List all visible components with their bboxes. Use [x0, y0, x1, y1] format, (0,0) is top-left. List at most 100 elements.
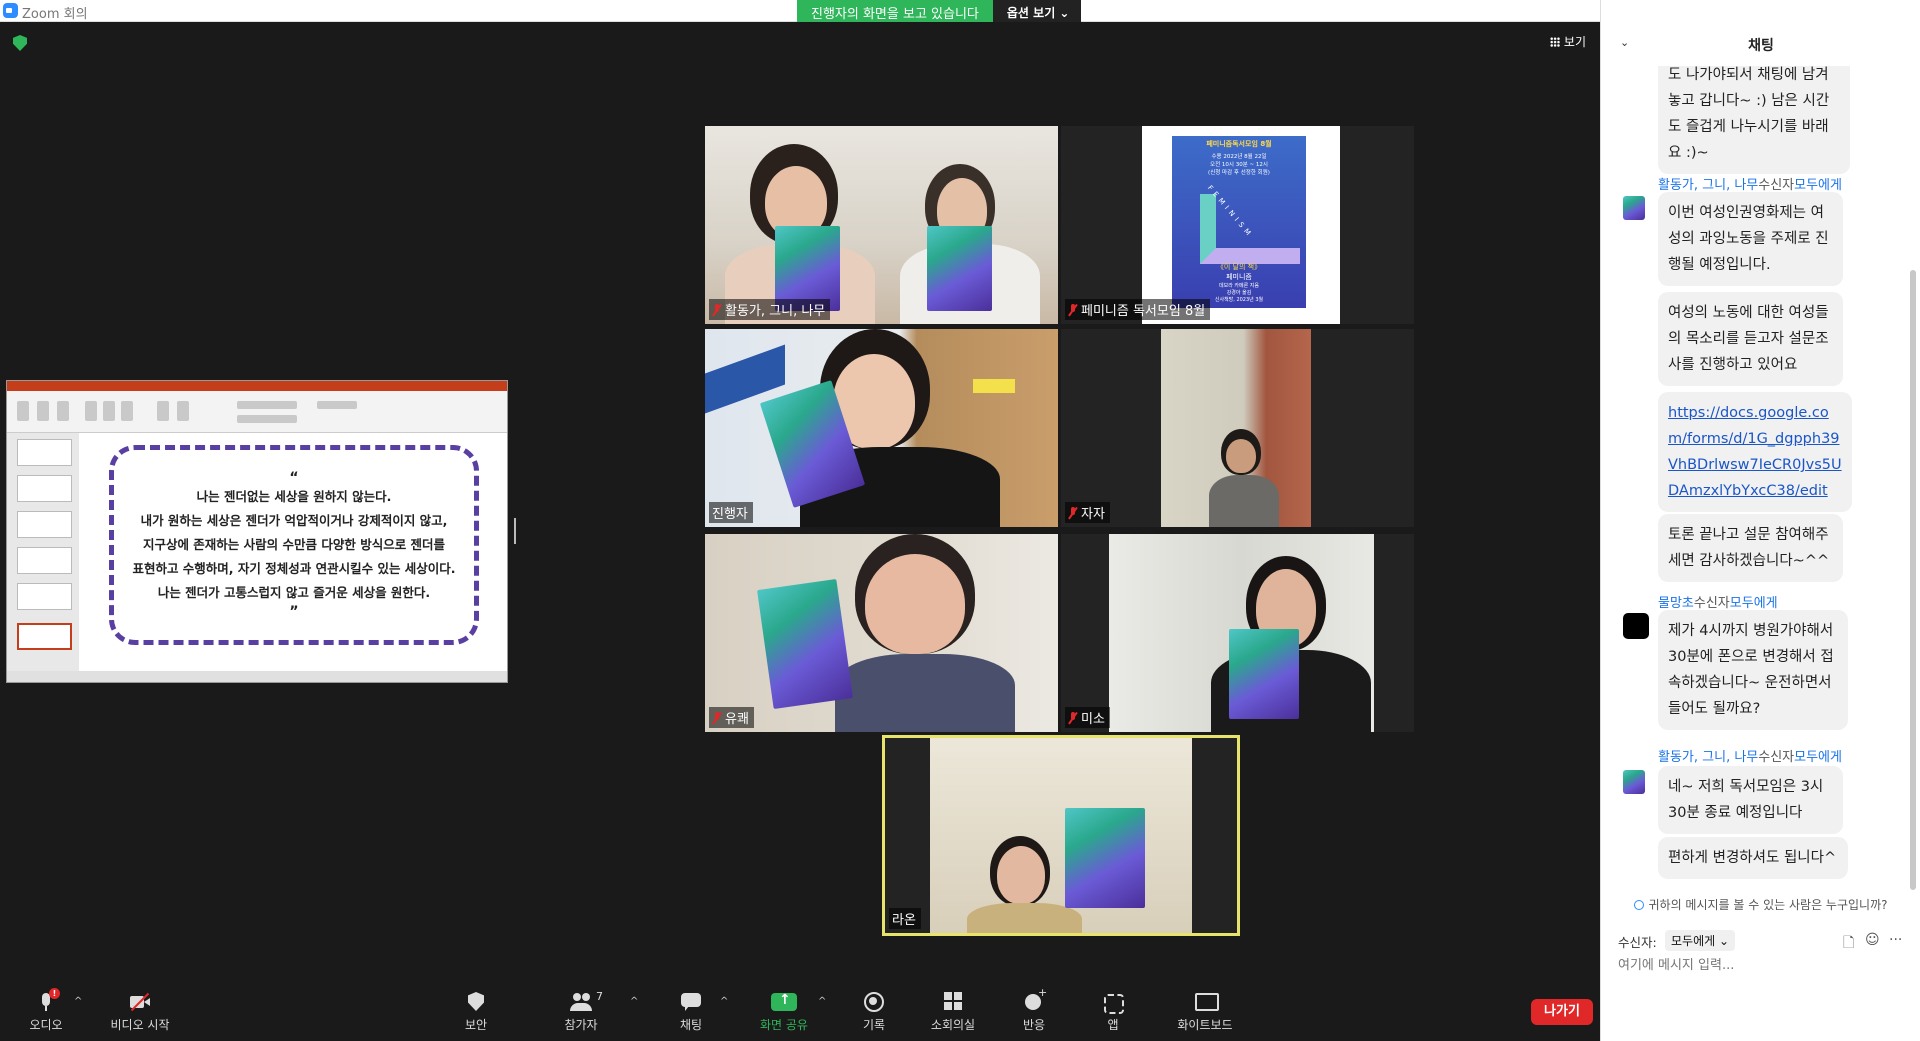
screen-share-banner: 진행자의 화면을 보고 있습니다 옵션 보기 ⌄ — [797, 0, 1082, 22]
mic-muted-icon — [1068, 711, 1078, 724]
leave-button[interactable]: 나가기 — [1531, 999, 1593, 1025]
security-label: 보안 — [464, 1018, 488, 1032]
whiteboard-label: 화이트보드 — [1177, 1018, 1233, 1032]
video-tile-active-speaker[interactable]: 라온 — [882, 735, 1240, 936]
more-options-icon[interactable]: ··· — [1889, 932, 1902, 948]
chat-panel: ⌄ 채팅 도 나가야되서 채팅에 남겨 놓고 갑니다~ :) 남은 시간도 즐겁… — [1600, 0, 1920, 1041]
view-layout-button[interactable]: 보기 — [1549, 33, 1586, 50]
chat-message: 도 나가야되서 채팅에 남겨 놓고 갑니다~ :) 남은 시간도 즐겁게 나누시… — [1658, 66, 1850, 174]
recipient-label: 수신자: — [1618, 935, 1657, 950]
meeting-toolbar: ! 오디오 ^ 비디오 시작 보안 참가자 7 ^ 채팅 ^ 화면 공유 ^ — [0, 982, 1600, 1041]
security-button[interactable]: 보안 — [436, 992, 516, 1038]
record-label: 기록 — [862, 1018, 886, 1032]
video-tile[interactable]: 유쾌 — [705, 534, 1058, 732]
audio-options-caret[interactable]: ^ — [74, 996, 82, 1007]
slide-line: 지구상에 존재하는 사람의 수만큼 다양한 방식으로 젠더를 — [142, 537, 446, 552]
avatar — [1623, 196, 1645, 220]
screen-share-thumbnail[interactable]: “ 나는 젠더없는 세상을 원하지 않는다. 내가 원하는 세상은 젠더가 억압… — [6, 380, 508, 683]
ppt-ribbon — [7, 391, 507, 433]
chat-options-caret[interactable]: ^ — [720, 996, 728, 1007]
participant-name: 유쾌 — [725, 712, 749, 727]
chat-scrollbar[interactable] — [1910, 270, 1916, 890]
video-tile[interactable]: 미소 — [1061, 534, 1414, 732]
share-label: 화면 공유 — [760, 1018, 808, 1032]
poster-line: 수용 2022년 8월 22일 — [1211, 154, 1267, 160]
microphone-icon: ! — [35, 988, 60, 1012]
reactions-label: 반응 — [1022, 1018, 1046, 1032]
share-options-caret[interactable]: ^ — [818, 996, 826, 1007]
reactions-button[interactable]: 반응 — [994, 986, 1074, 1038]
participant-name-label: 진행자 — [709, 502, 753, 523]
avatar — [1623, 613, 1649, 639]
participant-face — [1226, 439, 1256, 473]
meeting-video-area: 보기 “ 나는 젠더없는 세상을 원하지 않는다. 내가 원하는 세상은 젠더가… — [0, 22, 1600, 982]
sender-name[interactable]: 물망초 — [1658, 596, 1694, 611]
participant-name: 페미니즘 독서모임 8월 — [1081, 304, 1206, 319]
sharing-status-text: 진행자의 화면을 보고 있습니다 — [797, 0, 993, 22]
chat-message-input[interactable] — [1618, 958, 1908, 973]
slide-line: 표현하고 수행하며, 자기 정체성과 연관시킬수 있는 세상이다. — [132, 561, 456, 576]
recipient-prefix: 수신자 — [1758, 178, 1795, 193]
chat-sender-line: 활동가, 그니, 나무수신자모두에게 — [1658, 174, 1842, 193]
file-icon[interactable]: 🗋 — [1843, 932, 1854, 956]
chat-message: 편하게 변경하셔도 됩니다^ — [1658, 837, 1848, 879]
recipient-select[interactable]: 모두에게 ⌄ — [1665, 930, 1736, 951]
chat-title: 채팅 — [1748, 38, 1774, 54]
chat-message: 네~ 저희 독서모임은 3시 30분 종료 예정입니다 — [1658, 766, 1843, 834]
whiteboard-button[interactable]: 화이트보드 — [1163, 992, 1247, 1038]
chat-message-list[interactable]: 도 나가야되서 채팅에 남겨 놓고 갑니다~ :) 남은 시간도 즐겁게 나누시… — [1601, 66, 1920, 890]
ppt-titlebar — [7, 381, 507, 391]
recipient-name[interactable]: 모두에게 — [1794, 750, 1842, 765]
participants-icon — [570, 992, 592, 1012]
video-tile[interactable]: 진행자 — [705, 329, 1058, 527]
breakout-rooms-button[interactable]: 소회의실 — [913, 992, 993, 1038]
participant-name-label: 유쾌 — [709, 707, 754, 728]
start-video-button[interactable]: 비디오 시작 — [98, 992, 182, 1038]
chat-sender-line: 활동가, 그니, 나무수신자모두에게 — [1658, 746, 1842, 765]
chat-message: 제가 4시까지 병원가야해서 30분에 폰으로 변경해서 접속하겠습니다~ 운전… — [1658, 610, 1848, 730]
share-screen-button[interactable]: 화면 공유 — [744, 992, 824, 1038]
book-prop — [1065, 808, 1145, 908]
participant-name-label: 활동가, 그니, 나무 — [709, 299, 831, 320]
participant-face — [997, 846, 1045, 904]
door-sign — [973, 379, 1015, 393]
participant-count: 7 — [596, 990, 603, 1003]
participants-options-caret[interactable]: ^ — [630, 996, 638, 1007]
poster-line: 오전 10시 30분 ~ 12시 — [1210, 162, 1268, 168]
encryption-shield-icon[interactable] — [13, 35, 27, 51]
sender-name[interactable]: 활동가, 그니, 나무 — [1658, 750, 1758, 765]
chat-button[interactable]: 채팅 — [651, 992, 731, 1038]
resize-handle[interactable] — [514, 518, 516, 544]
participant-body — [967, 903, 1082, 933]
participant-name: 진행자 — [712, 507, 748, 522]
participant-face — [865, 554, 965, 654]
book-prop — [1229, 629, 1299, 719]
window-title: Zoom 회의 — [22, 7, 88, 22]
participants-button[interactable]: 참가자 — [541, 992, 621, 1038]
audio-label: 오디오 — [29, 1018, 63, 1032]
slide-line: 나는 젠더없는 세상을 원하지 않는다. — [196, 489, 392, 504]
record-button[interactable]: 기록 — [834, 992, 914, 1038]
who-can-see-link[interactable]: 귀하의 메시지를 볼 수 있는 사람은 누구입니까? — [1601, 896, 1920, 913]
video-feed: 페미니즘독서모임 8월 수용 2022년 8월 22일 오전 10시 30분 ~… — [1142, 126, 1340, 324]
slide-quote-frame: “ 나는 젠더없는 세상을 원하지 않는다. 내가 원하는 세상은 젠더가 억압… — [109, 445, 479, 645]
video-tile[interactable]: 활동가, 그니, 나무 — [705, 126, 1058, 324]
participant-body — [835, 654, 1015, 732]
grid-view-icon — [1549, 36, 1560, 47]
video-off-icon — [129, 992, 151, 1012]
video-tile[interactable]: 페미니즘독서모임 8월 수용 2022년 8월 22일 오전 10시 30분 ~… — [1061, 126, 1414, 324]
recipient-name[interactable]: 모두에게 — [1794, 178, 1842, 193]
sender-name[interactable]: 활동가, 그니, 나무 — [1658, 178, 1758, 193]
emoji-icon[interactable]: ☺ — [1865, 932, 1880, 948]
poster-footer: 데보라 카메론 지음 — [1219, 283, 1259, 289]
apps-button[interactable]: 앱 — [1073, 992, 1153, 1038]
apps-icon — [1102, 992, 1124, 1014]
video-tile[interactable]: 자자 — [1061, 329, 1414, 527]
recipient-prefix: 수신자 — [1693, 596, 1730, 611]
avatar — [1623, 770, 1645, 794]
view-options-button[interactable]: 옵션 보기 ⌄ — [992, 0, 1082, 22]
breakout-rooms-icon — [942, 992, 964, 1012]
recipient-name[interactable]: 모두에게 — [1730, 596, 1778, 611]
chat-link[interactable]: https://docs.google.com/forms/d/1G_dgpph… — [1658, 392, 1852, 512]
book-prop — [927, 226, 992, 311]
